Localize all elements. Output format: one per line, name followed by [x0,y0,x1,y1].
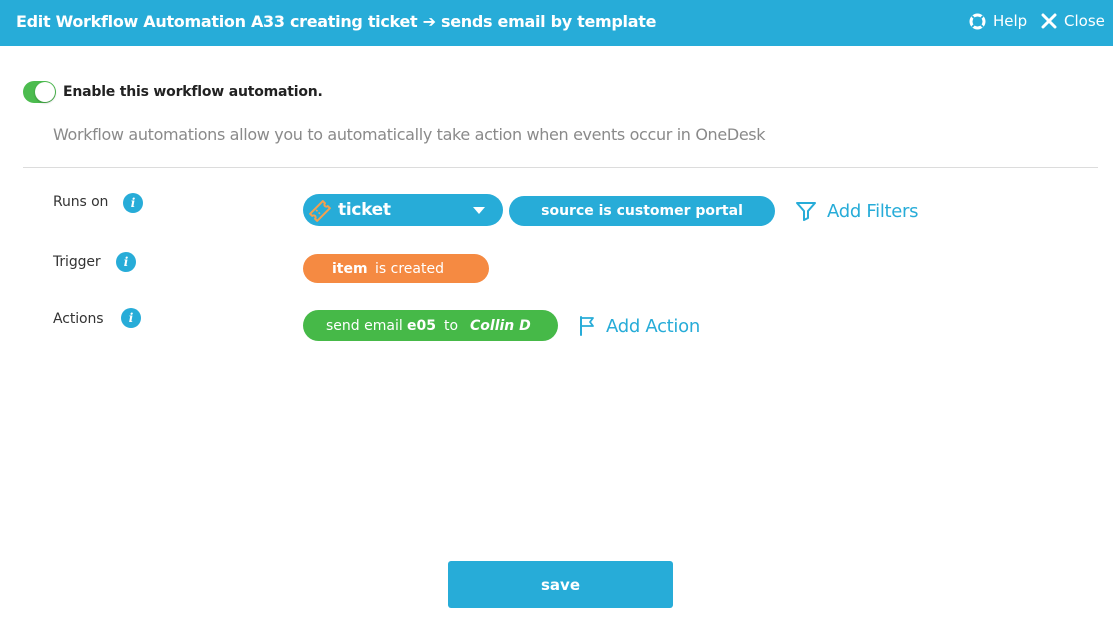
help-button[interactable]: Help [969,12,1027,30]
toggle-knob [35,82,55,102]
flag-icon [580,316,594,336]
actions-info-icon[interactable]: i [121,308,141,328]
description-text: Workflow automations allow you to automa… [53,125,766,144]
help-label: Help [993,12,1028,30]
trigger-event: is created [375,260,444,277]
add-filters-label: Add Filters [827,200,919,222]
funnel-icon [796,202,816,221]
runs-on-info-icon[interactable]: i [123,193,143,213]
dialog-title: Edit Workflow Automation A33 creating ti… [16,12,657,31]
actions-label: Actions [53,311,104,327]
trigger-info-icon[interactable]: i [116,252,136,272]
filter-pill[interactable]: source is customer portal [509,196,775,226]
action-recipient: Collin D [470,317,531,334]
divider [23,167,1098,168]
close-label: Close [1064,12,1105,30]
trigger-pill[interactable]: item is created [303,254,489,283]
ticket-icon [309,200,331,222]
trigger-subject: item [332,260,368,277]
caret-down-icon [473,207,485,214]
add-action-link[interactable]: Add Action [578,315,700,337]
action-pill[interactable]: send email e05 to Collin D [303,310,558,341]
runs-on-label: Runs on [53,194,109,210]
action-type: send email [326,317,403,334]
enable-toggle[interactable] [23,81,56,103]
lifebuoy-icon [969,13,986,29]
save-button[interactable]: save [448,561,673,608]
item-type-dropdown[interactable]: ticket [303,194,503,226]
close-icon [1041,13,1057,29]
add-filters-link[interactable]: Add Filters [795,200,919,222]
enable-label: Enable this workflow automation. [63,84,323,100]
action-to: to [444,317,459,334]
item-type-value: ticket [338,200,391,220]
trigger-label: Trigger [53,254,101,270]
dialog-header: Edit Workflow Automation A33 creating ti… [0,0,1113,46]
close-button[interactable]: Close [1041,12,1105,30]
action-template: e05 [407,317,436,334]
add-action-label: Add Action [606,315,700,337]
